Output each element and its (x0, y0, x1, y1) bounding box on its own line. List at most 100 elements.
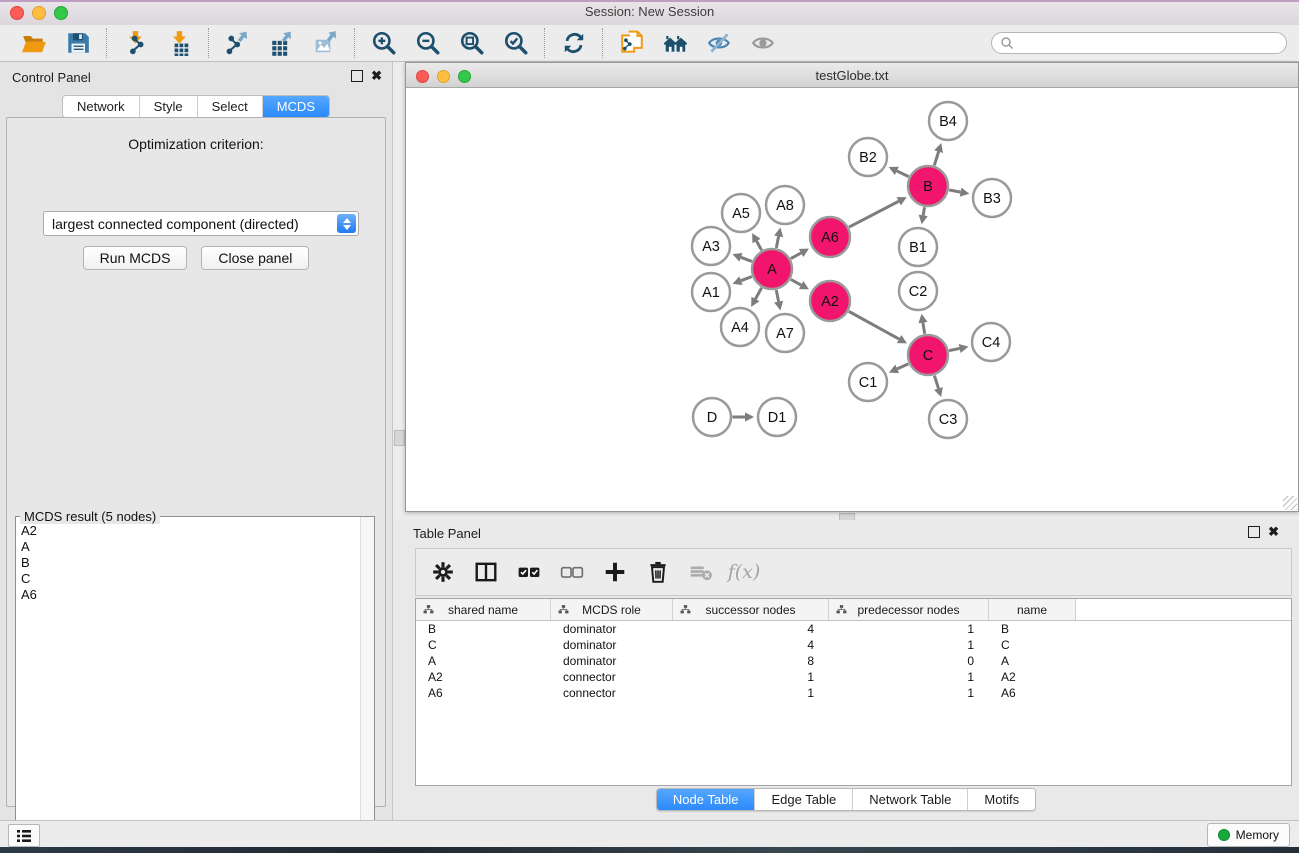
deselect-all-icon[interactable] (559, 559, 585, 585)
cell-name[interactable]: B (989, 622, 1076, 636)
zoom-fit-icon[interactable] (458, 29, 486, 57)
graph-edge-A6-B[interactable] (849, 201, 899, 227)
network-window-titlebar[interactable]: testGlobe.txt (406, 63, 1298, 88)
graph-edge-A-A2[interactable] (791, 279, 801, 285)
cell-successor-nodes[interactable]: 4 (673, 622, 829, 636)
cell-predecessor-nodes[interactable]: 1 (829, 638, 989, 652)
table-row[interactable]: Bdominator41B (416, 621, 1291, 637)
table-row[interactable]: Adominator80A (416, 653, 1291, 669)
column-header-predecessor-nodes[interactable]: predecessor nodes (829, 599, 989, 620)
table-row[interactable]: Cdominator41C (416, 637, 1291, 653)
window-resize-grip[interactable] (1283, 496, 1297, 510)
mcds-result-list[interactable]: A2ABCA6 (16, 519, 361, 853)
node-table[interactable]: shared nameMCDS rolesuccessor nodesprede… (415, 598, 1292, 786)
optimization-criterion-select[interactable]: largest connected component (directed) (43, 211, 359, 236)
graph-edge-A-A8[interactable] (776, 236, 778, 248)
graph-edge-C-C4[interactable] (949, 348, 960, 350)
graph-edge-A-A7[interactable] (776, 290, 778, 302)
mcds-result-item[interactable]: C (21, 571, 361, 587)
float-table-panel-icon[interactable] (1248, 526, 1260, 538)
delete-column-icon[interactable] (645, 559, 671, 585)
graph-edge-B-B4[interactable] (934, 152, 938, 166)
cell-shared-name[interactable]: A6 (416, 686, 551, 700)
cell-predecessor-nodes[interactable]: 1 (829, 686, 989, 700)
save-session-icon[interactable] (64, 29, 92, 57)
close-table-panel-icon[interactable]: ✖ (1268, 527, 1279, 537)
tab-select[interactable]: Select (198, 96, 263, 117)
tab-motifs[interactable]: Motifs (968, 789, 1035, 810)
cell-successor-nodes[interactable]: 1 (673, 670, 829, 684)
import-network-icon[interactable] (122, 29, 150, 57)
new-network-from-selection-icon[interactable] (618, 29, 646, 57)
mcds-result-item[interactable]: A2 (21, 523, 361, 539)
tab-network[interactable]: Network (63, 96, 140, 117)
export-table-icon[interactable] (268, 29, 296, 57)
tab-style[interactable]: Style (140, 96, 198, 117)
table-row[interactable]: A6connector11A6 (416, 685, 1291, 701)
first-neighbors-icon[interactable] (662, 29, 690, 57)
cell-MCDS-role[interactable]: connector (551, 686, 673, 700)
memory-button[interactable]: Memory (1207, 823, 1290, 847)
show-all-icon[interactable] (750, 29, 778, 57)
graph-edge-A-A1[interactable] (741, 277, 752, 281)
add-column-icon[interactable] (602, 559, 628, 585)
search-input[interactable] (991, 32, 1287, 54)
graph-edge-C-C2[interactable] (923, 323, 925, 334)
cell-shared-name[interactable]: A (416, 654, 551, 668)
graph-edge-A-A3[interactable] (741, 257, 752, 261)
refresh-icon[interactable] (560, 29, 588, 57)
cell-predecessor-nodes[interactable]: 1 (829, 622, 989, 636)
tab-mcds[interactable]: MCDS (263, 96, 329, 117)
tab-edge-table[interactable]: Edge Table (755, 789, 853, 810)
graph-edge-A-A5[interactable] (756, 241, 761, 250)
column-header-shared-name[interactable]: shared name (416, 599, 551, 620)
cell-MCDS-role[interactable]: dominator (551, 638, 673, 652)
cell-name[interactable]: A (989, 654, 1076, 668)
mcds-result-item[interactable]: A6 (21, 587, 361, 603)
graph-edge-B-B3[interactable] (949, 190, 960, 192)
column-header-name[interactable]: name (989, 599, 1076, 620)
hide-selected-icon[interactable] (706, 29, 734, 57)
graph-edge-B-B1[interactable] (923, 207, 924, 215)
float-panel-icon[interactable] (351, 70, 363, 82)
network-canvas[interactable]: B4B2BB3A5A8A6A3B1AA1C2A2A4A7CC4C1C3DD1 (406, 88, 1298, 511)
graph-edge-C-C3[interactable] (934, 376, 938, 389)
import-table-icon[interactable] (166, 29, 194, 57)
run-mcds-button[interactable]: Run MCDS (83, 246, 188, 270)
close-panel-icon[interactable]: ✖ (371, 71, 382, 81)
column-layout-icon[interactable] (473, 559, 499, 585)
graph-edge-A-A4[interactable] (755, 288, 761, 299)
cell-MCDS-role[interactable]: dominator (551, 654, 673, 668)
cell-predecessor-nodes[interactable]: 1 (829, 670, 989, 684)
zoom-in-icon[interactable] (370, 29, 398, 57)
graph-edge-C-C1[interactable] (897, 364, 908, 369)
show-panels-menu-button[interactable] (8, 824, 40, 847)
cell-successor-nodes[interactable]: 8 (673, 654, 829, 668)
table-row[interactable]: A2connector11A2 (416, 669, 1291, 685)
cell-shared-name[interactable]: B (416, 622, 551, 636)
cell-predecessor-nodes[interactable]: 0 (829, 654, 989, 668)
graph-edge-A2-C[interactable] (849, 311, 899, 339)
result-list-scrollbar[interactable] (360, 517, 374, 853)
export-network-icon[interactable] (224, 29, 252, 57)
cell-name[interactable]: C (989, 638, 1076, 652)
select-all-icon[interactable] (516, 559, 542, 585)
cell-MCDS-role[interactable]: dominator (551, 622, 673, 636)
column-header-MCDS-role[interactable]: MCDS role (551, 599, 673, 620)
cell-successor-nodes[interactable]: 4 (673, 638, 829, 652)
tab-node-table[interactable]: Node Table (657, 789, 756, 810)
graph-edge-A-A6[interactable] (791, 253, 801, 259)
cell-MCDS-role[interactable]: connector (551, 670, 673, 684)
cell-successor-nodes[interactable]: 1 (673, 686, 829, 700)
cell-name[interactable]: A6 (989, 686, 1076, 700)
export-image-icon[interactable] (312, 29, 340, 57)
graph-edge-B-B2[interactable] (897, 171, 909, 177)
open-file-icon[interactable] (20, 29, 48, 57)
vertical-split-handle[interactable] (394, 430, 405, 446)
close-panel-button[interactable]: Close panel (201, 246, 309, 270)
zoom-out-icon[interactable] (414, 29, 442, 57)
cell-shared-name[interactable]: A2 (416, 670, 551, 684)
tab-network-table[interactable]: Network Table (853, 789, 968, 810)
cell-name[interactable]: A2 (989, 670, 1076, 684)
column-header-successor-nodes[interactable]: successor nodes (673, 599, 829, 620)
